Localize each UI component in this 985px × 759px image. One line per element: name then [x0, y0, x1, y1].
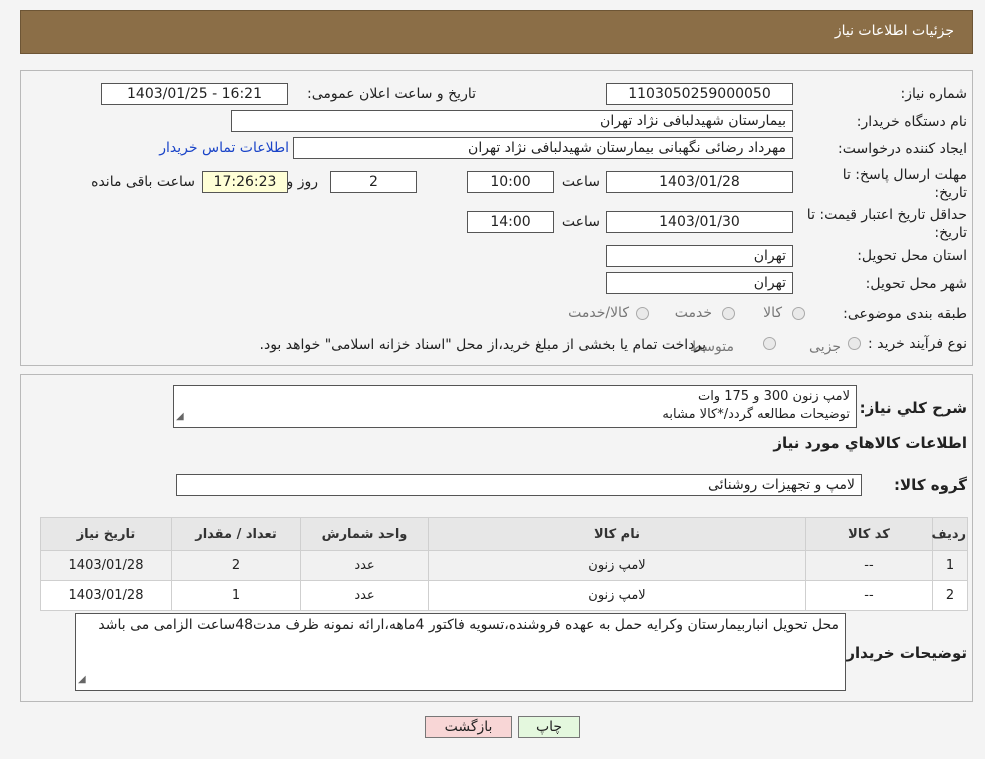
table-row: 2 -- لامپ زنون عدد 1 1403/01/28: [40, 580, 968, 611]
cell-unit: عدد: [300, 580, 429, 611]
buyer-org-label: نام دستگاه خریدار:: [856, 114, 967, 130]
cell-qty: 1: [171, 580, 301, 611]
summary-line-2: توضیحات مطالعه گردد/*کالا مشابه: [662, 407, 850, 422]
requester-field: مهرداد رضائی نگهبانی بیمارستان شهیدلبافی…: [293, 137, 793, 159]
table-header-row: رديف کد کالا نام کالا واحد شمارش تعداد /…: [40, 517, 968, 551]
city-label: شهر محل تحویل:: [865, 276, 967, 292]
validity-label: حداقل تاریخ اعتبار قیمت: تا تاریخ:: [806, 207, 967, 241]
validity-date-field: 1403/01/30: [606, 211, 793, 233]
print-button[interactable]: چاپ: [518, 716, 580, 738]
page-title: جزئیات اطلاعات نیاز: [834, 23, 954, 39]
goods-table: رديف کد کالا نام کالا واحد شمارش تعداد /…: [40, 517, 968, 611]
resize-grip-icon[interactable]: ◢: [176, 408, 184, 426]
process-radio-minor[interactable]: [848, 337, 861, 350]
summary-textarea[interactable]: لامپ زنون 300 و 175 وات توضیحات مطالعه گ…: [173, 385, 857, 428]
category-radio-goods[interactable]: [792, 307, 805, 320]
deadline-label: مهلت ارسال پاسخ: تا تاریخ:: [842, 167, 967, 201]
category-radio-goods-service[interactable]: [636, 307, 649, 320]
deadline-time-field: 10:00: [467, 171, 554, 193]
col-header-qty: تعداد / مقدار: [171, 517, 301, 551]
buyer-notes-text: محل تحویل انباربیمارستان وکرایه حمل به ع…: [98, 617, 839, 633]
resize-grip-icon[interactable]: ◢: [78, 670, 86, 689]
announce-date-label: تاریخ و ساعت اعلان عمومی:: [307, 86, 476, 102]
deadline-date-field: 1403/01/28: [606, 171, 793, 193]
announce-date-field: 1403/01/25 - 16:21: [101, 83, 288, 105]
process-type-label: نوع فرآیند خرید :: [868, 336, 967, 352]
summary-line-1: لامپ زنون 300 و 175 وات: [697, 389, 850, 404]
buyer-notes-label: توضیحات خریدار:: [840, 644, 967, 662]
requester-label: ایجاد کننده درخواست:: [838, 141, 967, 157]
city-field: تهران: [606, 272, 793, 294]
cell-code: --: [805, 550, 933, 581]
category-label: طبقه بندی موضوعی:: [843, 306, 967, 322]
col-header-row-num: رديف: [931, 517, 968, 551]
cell-date: 1403/01/28: [40, 550, 172, 581]
payment-note: پرداخت تمام یا بخشی از مبلغ خرید،از محل …: [259, 337, 706, 353]
province-label: استان محل تحویل:: [857, 248, 967, 264]
buyer-contact-link[interactable]: اطلاعات تماس خریدار: [159, 140, 289, 156]
back-button[interactable]: بازگشت: [425, 716, 512, 738]
validity-time-field: 14:00: [467, 211, 554, 233]
process-radio-medium[interactable]: [763, 337, 776, 350]
buyer-org-field: بیمارستان شهیدلبافی نژاد تهران: [231, 110, 793, 132]
buyer-notes-textarea[interactable]: محل تحویل انباربیمارستان وکرایه حمل به ع…: [75, 613, 846, 691]
cell-name: لامپ زنون: [428, 550, 806, 581]
cell-code: --: [805, 580, 933, 611]
process-option-minor: جزیی: [809, 339, 841, 355]
cell-date: 1403/01/28: [40, 580, 172, 611]
validity-time-label: ساعت: [561, 214, 600, 230]
days-remaining-field: 2: [330, 171, 417, 193]
goods-group-field: لامپ و تجهیزات روشنائی: [176, 474, 862, 496]
cell-row-num: 1: [932, 550, 968, 581]
goods-group-label: گروه کالا:: [894, 476, 967, 494]
category-option-service: خدمت: [674, 305, 712, 321]
page-header: جزئیات اطلاعات نیاز: [20, 10, 973, 54]
need-number-label: شماره نیاز:: [900, 86, 968, 102]
deadline-time-label: ساعت: [561, 174, 600, 190]
col-header-date: تاريخ نياز: [40, 517, 172, 551]
cell-name: لامپ زنون: [428, 580, 806, 611]
cell-row-num: 2: [932, 580, 968, 611]
need-number-field: 1103050259000050: [606, 83, 793, 105]
time-remaining-field: 17:26:23: [202, 171, 288, 193]
col-header-unit: واحد شمارش: [300, 517, 429, 551]
category-option-goods-service: کالا/خدمت: [568, 305, 629, 321]
cell-qty: 2: [171, 550, 301, 581]
days-label: روز و: [286, 174, 319, 190]
category-radio-service[interactable]: [722, 307, 735, 320]
time-remaining-label: ساعت باقی مانده: [91, 174, 195, 190]
col-header-code: کد کالا: [805, 517, 933, 551]
goods-info-title: اطلاعات کالاهاي مورد نياز: [773, 434, 967, 452]
cell-unit: عدد: [300, 550, 429, 581]
table-row: 1 -- لامپ زنون عدد 2 1403/01/28: [40, 550, 968, 581]
category-option-goods: کالا: [763, 305, 782, 321]
summary-label: شرح کلي نياز:: [859, 399, 967, 417]
col-header-name: نام کالا: [428, 517, 806, 551]
province-field: تهران: [606, 245, 793, 267]
